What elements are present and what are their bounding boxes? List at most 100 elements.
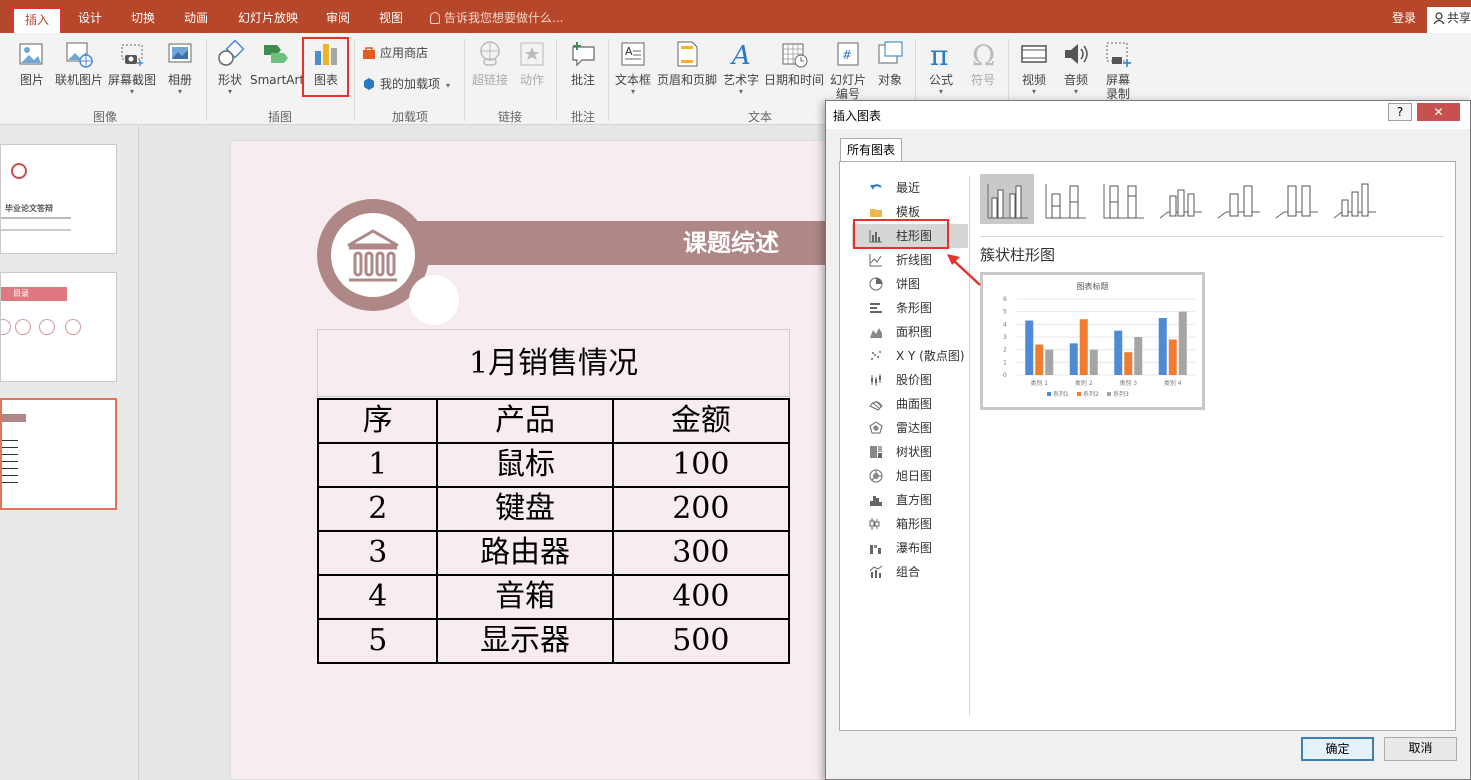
textbox-button[interactable]: A 文本框 ▾ <box>613 37 653 105</box>
table-header-cell[interactable]: 金额 <box>611 398 791 444</box>
chart-type-histogram-chart[interactable]: 直方图 <box>852 488 968 512</box>
chart-type-treemap-chart[interactable]: 树状图 <box>852 440 968 464</box>
chart-type-waterfall-chart[interactable]: 瀑布图 <box>852 536 968 560</box>
my-addins-button[interactable]: 我的加载项 ▾ <box>362 74 450 94</box>
table-cell[interactable]: 300 <box>611 530 791 576</box>
slide-thumbnail-1[interactable]: 毕业论文答辩 <box>0 144 117 254</box>
table-title[interactable]: 1月销售情况 <box>317 329 790 397</box>
table-cell[interactable]: 2 <box>316 486 439 532</box>
screen-recording-button[interactable]: 屏幕 录制 <box>1099 37 1137 105</box>
tell-me-search[interactable]: 告诉我您想要做什么... <box>430 7 563 29</box>
action-button[interactable]: 动作 <box>514 37 550 105</box>
chart-type-label: 最近 <box>896 181 921 195</box>
table-cell[interactable]: 1 <box>316 442 439 488</box>
wordart-icon: A <box>730 41 751 69</box>
table-cell[interactable]: 400 <box>611 574 791 620</box>
tab-transitions[interactable]: 切换 <box>123 7 163 29</box>
hyperlink-button[interactable]: 超链接 <box>470 37 510 105</box>
tab-all-charts[interactable]: 所有图表 <box>840 138 902 162</box>
dialog-titlebar[interactable]: 插入图表 ? ✕ <box>826 101 1470 129</box>
album-button[interactable]: 相册 ▾ <box>160 37 200 105</box>
chart-type-surface-chart[interactable]: 曲面图 <box>852 392 968 416</box>
3d-percent-stacked-column-subtype[interactable] <box>1270 174 1324 224</box>
sales-table[interactable]: 1月销售情况 序 产品 金额 1 鼠标 100 2 键盘 200 3 路由器 3… <box>316 329 791 664</box>
screenshot-button[interactable]: 屏幕截图 ▾ <box>106 37 158 105</box>
video-button[interactable]: 视频 ▾ <box>1015 37 1053 105</box>
login-link[interactable]: 登录 <box>1392 7 1416 29</box>
group-divider <box>608 39 609 121</box>
3d-column-subtype[interactable] <box>1328 174 1382 224</box>
chevron-down-icon: ▾ <box>1073 87 1078 96</box>
clustered-column-subtype[interactable] <box>980 174 1034 224</box>
chart-type-area-chart[interactable]: 面积图 <box>852 320 968 344</box>
slide-thumbnails-pane: 毕业论文答辩 目录 <box>0 126 139 780</box>
slide-number-button[interactable]: # 幻灯片 编号 <box>827 37 869 105</box>
table-cell[interactable]: 3 <box>316 530 439 576</box>
chart-type-scatter-chart[interactable]: X Y (散点图) <box>852 344 968 368</box>
area-chart-icon <box>870 328 882 338</box>
table-cell[interactable]: 500 <box>611 618 791 664</box>
chart-type-boxplot-chart[interactable]: 箱形图 <box>852 512 968 536</box>
table-cell[interactable]: 200 <box>611 486 791 532</box>
table-header-cell[interactable]: 产品 <box>436 398 614 444</box>
audio-button[interactable]: 音频 ▾ <box>1057 37 1095 105</box>
3d-clustered-column-icon <box>1159 189 1202 219</box>
tab-design[interactable]: 设计 <box>70 7 110 29</box>
slide-thumbnail-3[interactable] <box>0 398 117 510</box>
group-label-comments: 批注 <box>570 110 595 124</box>
y-tick-label: 5 <box>1003 309 1007 316</box>
table-cell[interactable]: 100 <box>611 442 791 488</box>
tab-insert[interactable]: 插入 <box>12 7 62 33</box>
date-time-button[interactable]: 日期和时间 <box>763 37 825 105</box>
chart-type-stock-chart[interactable]: 股价图 <box>852 368 968 392</box>
table-cell[interactable]: 路由器 <box>436 530 614 576</box>
picture-button[interactable]: 图片 <box>12 37 52 105</box>
equation-button[interactable]: π 公式 ▾ <box>922 37 960 105</box>
object-button[interactable]: 对象 <box>871 37 909 105</box>
online-picture-button[interactable]: 联机图片 <box>52 37 106 105</box>
chart-panel: 最近 模板 柱形图 折线图 饼图 条形图 面积图 X Y (散点图) 股价图 曲面图 雷达图 树状图旭… <box>839 161 1456 731</box>
slide-canvas[interactable]: 课题综述 1月销售情况 序 产品 金额 1 鼠标 100 2 键盘 200 3 … <box>230 140 830 780</box>
wordart-button[interactable]: A 艺术字 ▾ <box>721 37 761 105</box>
tab-review[interactable]: 审阅 <box>318 7 358 29</box>
ok-button[interactable]: 确定 <box>1301 737 1374 761</box>
sales-data-table[interactable]: 序 产品 金额 1 鼠标 100 2 键盘 200 3 路由器 300 4 音箱 <box>316 398 791 664</box>
header-footer-button[interactable]: 页眉和页脚 <box>655 37 719 105</box>
chart-type-combo-chart[interactable]: 组合 <box>852 560 968 584</box>
table-cell[interactable]: 鼠标 <box>436 442 614 488</box>
banner-title[interactable]: 课题综述 <box>671 226 791 260</box>
chart-type-undo[interactable]: 最近 <box>852 176 968 200</box>
close-button[interactable]: ✕ <box>1417 103 1460 121</box>
table-header-cell[interactable]: 序 <box>316 398 439 444</box>
table-cell[interactable]: 5 <box>316 618 439 664</box>
store-button[interactable]: 应用商店 <box>362 43 428 63</box>
3d-stacked-column-subtype[interactable] <box>1212 174 1266 224</box>
symbol-button[interactable]: Ω 符号 <box>964 37 1002 105</box>
table-cell[interactable]: 4 <box>316 574 439 620</box>
stacked-column-subtype[interactable] <box>1038 174 1092 224</box>
folder-icon <box>870 209 882 217</box>
chart-type-radar-chart[interactable]: 雷达图 <box>852 416 968 440</box>
table-cell[interactable]: 音箱 <box>436 574 614 620</box>
tab-slideshow[interactable]: 幻灯片放映 <box>230 7 306 29</box>
group-label-images: 图像 <box>92 110 117 124</box>
tab-view[interactable]: 视图 <box>371 7 411 29</box>
percent-stacked-column-subtype[interactable] <box>1096 174 1150 224</box>
help-button[interactable]: ? <box>1388 103 1412 121</box>
table-cell[interactable]: 键盘 <box>436 486 614 532</box>
chart-type-bar-chart[interactable]: 条形图 <box>852 296 968 320</box>
dialog-title: 插入图表 <box>833 109 882 123</box>
smartart-button[interactable]: SmartArt <box>250 37 304 105</box>
chart-type-sunburst-chart[interactable]: 旭日图 <box>852 464 968 488</box>
cancel-button[interactable]: 取消 <box>1384 737 1457 761</box>
insert-chart-dialog: 插入图表 ? ✕ 所有图表 最近 模板 柱形图 折线图 饼图 条形图 面积图 X Y (散点图… <box>825 100 1471 780</box>
slide-thumbnail-2[interactable]: 目录 <box>0 272 117 382</box>
3d-clustered-column-subtype[interactable] <box>1154 174 1208 224</box>
comment-button[interactable]: 批注 <box>563 37 603 105</box>
histogram-chart-icon <box>870 496 882 506</box>
chart-preview[interactable]: 图表标题 0 1 2 3 4 5 6 类别 1 类别 2 类别 3 类别 4 系列1 系列2 系列3 <box>980 272 1205 410</box>
tab-animations[interactable]: 动画 <box>176 7 216 29</box>
table-cell[interactable]: 显示器 <box>436 618 614 664</box>
shapes-button[interactable]: 形状 ▾ <box>212 37 248 105</box>
share-button[interactable]: 共享 <box>1427 7 1471 33</box>
